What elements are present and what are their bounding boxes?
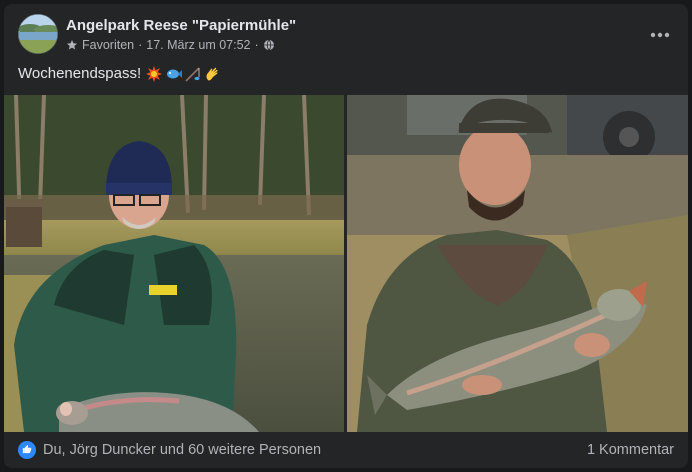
post-message-text: Wochenendspass! [18,65,142,82]
star-icon [66,39,78,51]
photo-1[interactable] [4,95,344,432]
collision-emoji [146,65,163,82]
page-avatar[interactable] [18,14,58,54]
more-options-button[interactable] [644,18,676,50]
like-icon [22,441,32,459]
globe-icon [263,39,275,51]
meta-separator-2: · [254,38,259,52]
meta-separator: · [138,38,143,52]
post-message: Wochenendspass! [18,65,220,82]
fish-emoji [165,66,183,82]
audience-label[interactable]: Favoriten [82,38,134,52]
more-options-icon [650,25,670,43]
like-reaction-badge[interactable] [18,441,36,459]
post-meta: Favoriten · 17. März um 07:52 · [66,38,275,52]
photo-grid [4,95,688,432]
waving-hand-emoji [204,66,220,82]
emoji-row [146,65,220,82]
post-timestamp[interactable]: 17. März um 07:52 [146,38,250,52]
comments-count-link[interactable]: 1 Kommentar [587,442,674,458]
post-footer: Du, Jörg Duncker und 60 weitere Personen… [18,440,674,462]
photo-2[interactable] [347,95,688,432]
post-header: Angelpark Reese "Papiermühle" Favoriten … [18,14,678,56]
reactions-summary[interactable]: Du, Jörg Duncker und 60 weitere Personen [43,442,321,458]
fishing-rod-emoji [185,66,201,82]
post-card: Angelpark Reese "Papiermühle" Favoriten … [4,4,688,468]
page-name-link[interactable]: Angelpark Reese "Papiermühle" [66,17,296,34]
